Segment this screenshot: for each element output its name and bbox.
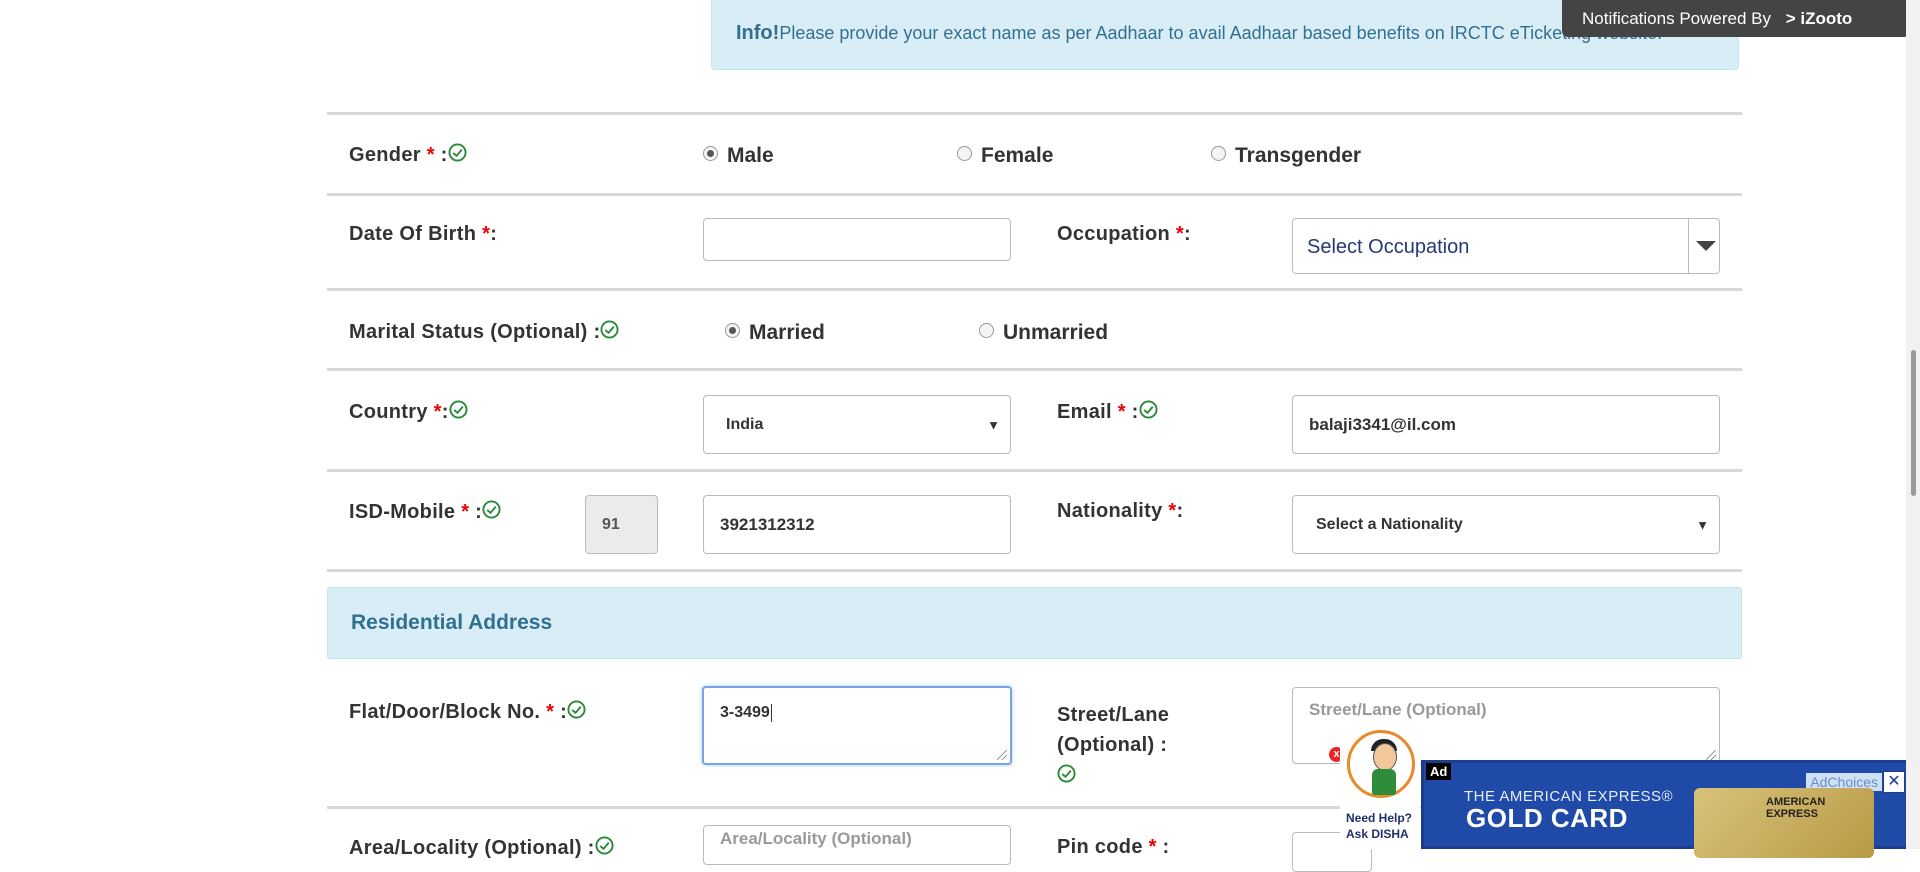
scrollbar-thumb[interactable]	[1911, 350, 1916, 496]
resize-handle-icon[interactable]	[997, 750, 1007, 760]
valid-check-icon	[449, 400, 468, 419]
row-divider	[327, 368, 1742, 371]
row-divider	[327, 288, 1742, 291]
marital-unmarried-option[interactable]: Unmarried	[979, 321, 1108, 345]
chevron-down-icon: ▼	[1696, 517, 1709, 532]
close-icon[interactable]: ✕	[1883, 771, 1905, 793]
resize-handle-icon[interactable]	[1706, 750, 1716, 760]
isd-code-input: 91	[585, 495, 658, 554]
amex-advertisement[interactable]: Ad AdChoices ✕ THE AMERICAN EXPRESS® GOL…	[1421, 760, 1911, 858]
marital-unmarried-radio[interactable]	[979, 323, 994, 338]
disha-avatar-icon	[1347, 730, 1415, 798]
isd-mobile-label: ISD-Mobile * :	[349, 500, 501, 524]
occupation-label: Occupation *:	[1057, 223, 1191, 245]
gender-label: Gender * :	[349, 143, 467, 167]
marital-married-option[interactable]: Married	[725, 321, 825, 345]
email-label: Email * :	[1057, 400, 1158, 424]
email-input[interactable]: balaji3341@il.com	[1292, 395, 1720, 454]
ad-tag: Ad	[1426, 763, 1452, 780]
gender-transgender-option[interactable]: Transgender	[1211, 144, 1361, 168]
info-title: Info!	[736, 22, 780, 44]
valid-check-icon	[1057, 764, 1076, 783]
nationality-label: Nationality *:	[1057, 500, 1184, 522]
valid-check-icon	[567, 700, 586, 719]
area-textarea[interactable]: Area/Locality (Optional)	[703, 825, 1011, 865]
disha-help-text: Need Help?	[1346, 811, 1413, 825]
area-label: Area/Locality (Optional) :	[349, 836, 614, 860]
nationality-select[interactable]: Select a Nationality ▼	[1292, 495, 1720, 554]
gold-card-image: AMERICAN EXPRESS	[1694, 788, 1874, 858]
notification-bar[interactable]: Notifications Powered By > iZooto	[1562, 0, 1910, 37]
residential-address-header: Residential Address	[327, 587, 1742, 659]
ad-product: GOLD CARD	[1466, 803, 1628, 833]
flat-label: Flat/Door/Block No. * :	[349, 700, 586, 724]
gender-transgender-radio[interactable]	[1211, 146, 1226, 161]
gender-female-radio[interactable]	[957, 146, 972, 161]
flat-textarea[interactable]: 3-3499	[702, 686, 1012, 765]
valid-check-icon	[482, 500, 501, 519]
row-divider	[327, 112, 1742, 115]
street-label: Street/Lane (Optional) :	[1057, 700, 1169, 791]
izooto-brand: > iZooto	[1785, 9, 1853, 28]
info-text: Please provide your exact name as per Aa…	[779, 23, 1663, 43]
row-divider	[327, 569, 1742, 572]
notification-text: Notifications Powered By	[1582, 9, 1771, 28]
valid-check-icon	[600, 320, 619, 339]
valid-check-icon	[595, 836, 614, 855]
marital-status-label: Marital Status (Optional) :	[349, 320, 619, 344]
izooto-logo-icon: >	[1785, 9, 1796, 28]
gender-female-option[interactable]: Female	[957, 144, 1053, 168]
marital-married-radio[interactable]	[725, 323, 740, 338]
valid-check-icon	[1139, 400, 1158, 419]
dob-label: Date Of Birth *:	[349, 223, 498, 245]
gender-male-radio[interactable]	[703, 146, 718, 161]
pincode-label: Pin code * :	[1057, 836, 1170, 858]
valid-check-icon	[448, 143, 467, 162]
country-select[interactable]: India ▼	[703, 395, 1011, 454]
mobile-input[interactable]: 3921312312	[703, 495, 1011, 554]
dob-input[interactable]	[703, 218, 1011, 261]
row-divider	[327, 193, 1742, 196]
ask-disha-widget[interactable]: Need Help? Ask DISHA	[1340, 730, 1420, 849]
gender-male-option[interactable]: Male	[703, 144, 774, 168]
occupation-select[interactable]: Select Occupation	[1292, 218, 1720, 274]
chevron-down-icon: ▼	[987, 417, 1000, 432]
country-label: Country *:	[349, 400, 468, 424]
disha-ask-text: Ask DISHA	[1346, 827, 1409, 841]
row-divider	[327, 469, 1742, 472]
chevron-down-icon[interactable]	[1696, 241, 1716, 251]
